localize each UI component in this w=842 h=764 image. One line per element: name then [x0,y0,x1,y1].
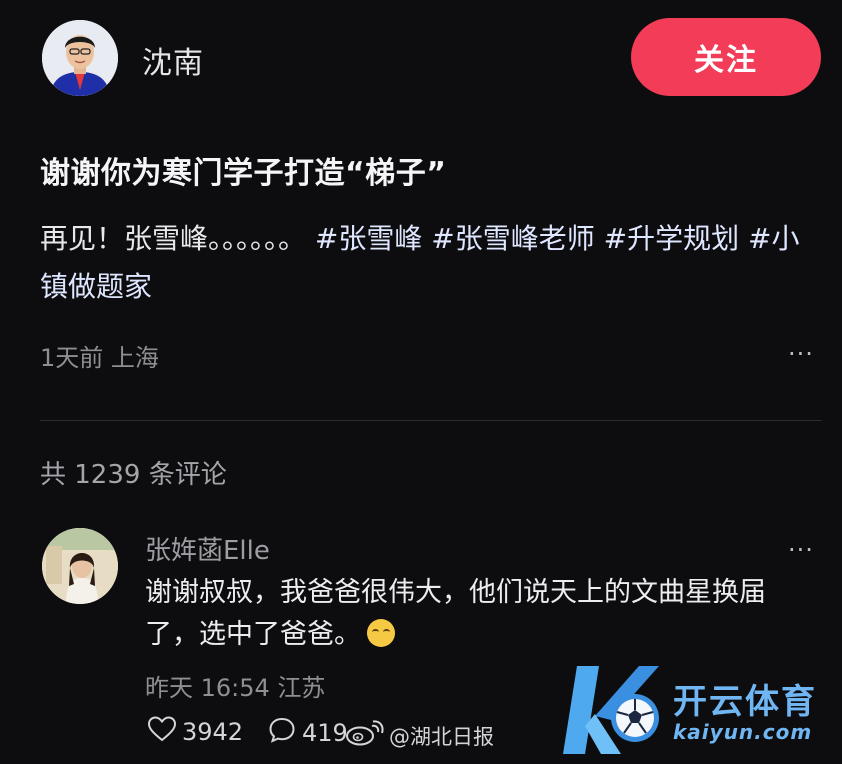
comment-time: 昨天 16:54 [145,674,270,702]
crying-emoji-icon [367,619,395,647]
comment-meta: 昨天 16:54 江苏 [145,668,325,703]
author-name[interactable]: 沈南 [142,38,204,82]
hashtag[interactable]: #张雪峰老师 [431,222,594,255]
comment-text-content: 谢谢叔叔，我爸爸很伟大，他们说天上的文曲星换届了，选中了爸爸。 [145,577,766,650]
brand-url: kaiyun.com [673,720,813,744]
comment-more-button[interactable]: ··· [788,536,814,564]
heart-outline-icon [147,716,177,748]
post-location: 上海 [110,344,159,372]
brand-logo-icon [555,660,670,764]
post-body: 再见！张雪峰。。。。。。 #张雪峰 #张雪峰老师 #升学规划 #小镇做题家 [40,215,810,311]
comment-count: 共 1239 条评论 [40,460,227,490]
source-label: @湖北日报 [389,724,494,749]
post-header: 沈南 关注 [0,0,842,115]
follow-button[interactable]: 关注 [631,18,821,96]
weibo-icon [345,720,385,751]
comment-bubble-icon [268,716,296,750]
post-more-button[interactable]: ··· [788,340,814,368]
brand-name: 开云体育 [673,682,817,722]
post-meta: 1天前 上海 [40,338,159,373]
hashtag[interactable]: #张雪峰 [315,222,422,255]
comment-location: 江苏 [277,674,326,702]
like-button[interactable]: 3942 [147,716,244,748]
reply-button[interactable]: 419 [268,716,348,750]
hashtag[interactable]: #升学规划 [604,222,739,255]
like-count: 3942 [182,718,244,746]
brand-watermark: 开云体育 kaiyun.com [555,660,835,760]
post-body-text: 再见！张雪峰。。。。。。 [40,222,307,255]
post-title: 谢谢你为寒门学子打造“梯子” [40,156,447,191]
commenter-avatar[interactable] [42,528,118,604]
post-time: 1天前 [40,344,104,372]
comment-text: 谢谢叔叔，我爸爸很伟大，他们说天上的文曲星换届了，选中了爸爸。 [145,572,805,656]
commenter-username[interactable]: 张姩菡Elle [145,530,270,567]
reply-count: 419 [302,719,348,747]
divider [40,420,822,421]
source-watermark: @湖北日报 [345,720,494,751]
author-avatar[interactable] [42,20,118,96]
